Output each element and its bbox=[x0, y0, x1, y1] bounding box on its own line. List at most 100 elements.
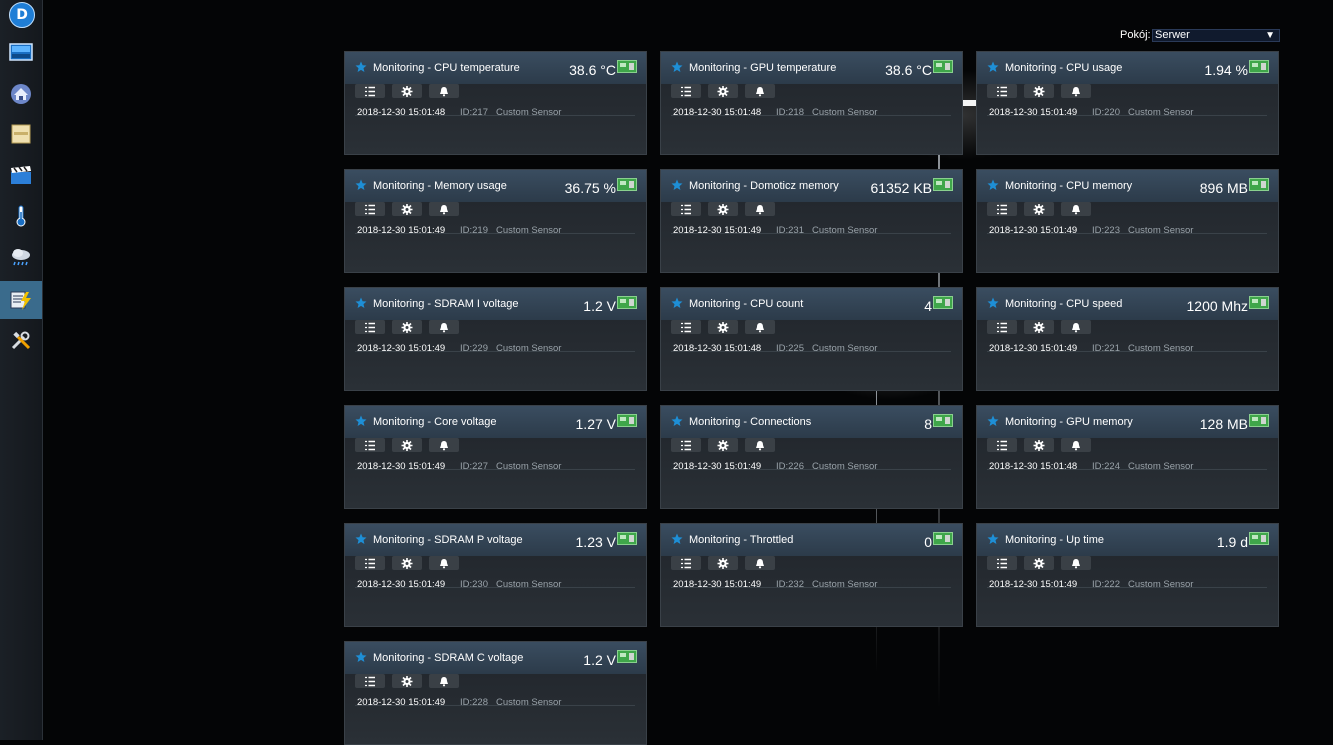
notifications-button[interactable] bbox=[429, 202, 459, 216]
notifications-button[interactable] bbox=[429, 556, 459, 570]
notifications-button[interactable] bbox=[429, 438, 459, 452]
favorite-star-icon[interactable] bbox=[671, 415, 683, 427]
favorite-star-icon[interactable] bbox=[671, 179, 683, 191]
notifications-button[interactable] bbox=[745, 84, 775, 98]
log-button[interactable] bbox=[987, 202, 1017, 216]
notifications-button[interactable] bbox=[429, 320, 459, 334]
notifications-button[interactable] bbox=[745, 556, 775, 570]
edit-button[interactable] bbox=[708, 320, 738, 334]
device-value: 1.9 d bbox=[1216, 534, 1248, 550]
notifications-button[interactable] bbox=[745, 202, 775, 216]
log-button[interactable] bbox=[355, 320, 385, 334]
device-name: Monitoring - CPU usage bbox=[1005, 62, 1123, 74]
log-list-icon bbox=[997, 322, 1007, 332]
bell-icon bbox=[756, 558, 764, 568]
favorite-star-icon[interactable] bbox=[987, 61, 999, 73]
device-id: ID:232 bbox=[776, 579, 804, 590]
favorite-star-icon[interactable] bbox=[355, 179, 367, 191]
edit-button[interactable] bbox=[392, 438, 422, 452]
notifications-button[interactable] bbox=[745, 320, 775, 334]
nav-temperature[interactable] bbox=[0, 197, 42, 235]
device-card-header: Monitoring - SDRAM P voltage 1.23 V bbox=[345, 524, 646, 556]
device-type: Custom Sensor bbox=[812, 107, 878, 118]
edit-button[interactable] bbox=[1024, 202, 1054, 216]
device-value: 1.2 V bbox=[583, 298, 616, 314]
notifications-button[interactable] bbox=[745, 438, 775, 452]
edit-button[interactable] bbox=[1024, 84, 1054, 98]
log-button[interactable] bbox=[355, 202, 385, 216]
log-button[interactable] bbox=[671, 438, 701, 452]
favorite-star-icon[interactable] bbox=[987, 415, 999, 427]
edit-button[interactable] bbox=[392, 202, 422, 216]
device-card: Monitoring - Domoticz memory 61352 KB 20… bbox=[660, 169, 963, 273]
edit-button[interactable] bbox=[1024, 438, 1054, 452]
nav-utility[interactable] bbox=[0, 281, 42, 319]
log-button[interactable] bbox=[987, 320, 1017, 334]
edit-button[interactable] bbox=[1024, 320, 1054, 334]
favorite-star-icon[interactable] bbox=[671, 297, 683, 309]
favorite-star-icon[interactable] bbox=[671, 533, 683, 545]
log-button[interactable] bbox=[671, 202, 701, 216]
nav-weather[interactable] bbox=[0, 238, 42, 276]
favorite-star-icon[interactable] bbox=[355, 533, 367, 545]
device-card: Monitoring - Throttled 0 2018-12-30 15:0… bbox=[660, 523, 963, 627]
log-button[interactable] bbox=[355, 556, 385, 570]
nav-setup[interactable] bbox=[0, 322, 42, 360]
notifications-button[interactable] bbox=[1061, 438, 1091, 452]
nav-lights[interactable] bbox=[0, 115, 42, 153]
edit-button[interactable] bbox=[708, 438, 738, 452]
device-type: Custom Sensor bbox=[496, 343, 562, 354]
device-type: Custom Sensor bbox=[1128, 579, 1194, 590]
favorite-star-icon[interactable] bbox=[671, 61, 683, 73]
nav-dashboard[interactable] bbox=[0, 33, 42, 71]
notifications-button[interactable] bbox=[1061, 320, 1091, 334]
edit-button[interactable] bbox=[392, 674, 422, 688]
divider bbox=[987, 115, 1267, 116]
notifications-button[interactable] bbox=[1061, 84, 1091, 98]
device-value: 1.23 V bbox=[575, 534, 616, 550]
favorite-star-icon[interactable] bbox=[355, 61, 367, 73]
notifications-button[interactable] bbox=[429, 84, 459, 98]
log-button[interactable] bbox=[987, 84, 1017, 98]
gear-icon bbox=[1033, 85, 1045, 97]
device-id: ID:222 bbox=[1092, 579, 1120, 590]
domoticz-logo[interactable]: D bbox=[9, 2, 35, 28]
nav-floorplan[interactable] bbox=[0, 74, 42, 112]
log-button[interactable] bbox=[987, 556, 1017, 570]
nav-scenes[interactable] bbox=[0, 156, 42, 194]
log-button[interactable] bbox=[355, 84, 385, 98]
room-select[interactable]: Serwer ▼ bbox=[1152, 29, 1280, 42]
device-card: Monitoring - SDRAM I voltage 1.2 V 2018-… bbox=[344, 287, 647, 391]
log-button[interactable] bbox=[671, 320, 701, 334]
log-button[interactable] bbox=[671, 556, 701, 570]
bell-icon bbox=[440, 86, 448, 96]
log-button[interactable] bbox=[355, 438, 385, 452]
favorite-star-icon[interactable] bbox=[355, 651, 367, 663]
favorite-star-icon[interactable] bbox=[987, 533, 999, 545]
notifications-button[interactable] bbox=[1061, 202, 1091, 216]
device-card: Monitoring - Connections 8 2018-12-30 15… bbox=[660, 405, 963, 509]
device-card: Monitoring - GPU temperature 38.6 °C 201… bbox=[660, 51, 963, 155]
gear-icon bbox=[1033, 439, 1045, 451]
lights-icon bbox=[11, 124, 31, 144]
favorite-star-icon[interactable] bbox=[355, 297, 367, 309]
notifications-button[interactable] bbox=[1061, 556, 1091, 570]
device-card-header: Monitoring - Connections 8 bbox=[661, 406, 962, 438]
edit-button[interactable] bbox=[392, 320, 422, 334]
edit-button[interactable] bbox=[392, 556, 422, 570]
edit-button[interactable] bbox=[392, 84, 422, 98]
favorite-star-icon[interactable] bbox=[355, 415, 367, 427]
notifications-button[interactable] bbox=[429, 674, 459, 688]
edit-button[interactable] bbox=[1024, 556, 1054, 570]
edit-button[interactable] bbox=[708, 556, 738, 570]
favorite-star-icon[interactable] bbox=[987, 179, 999, 191]
log-button[interactable] bbox=[671, 84, 701, 98]
edit-button[interactable] bbox=[708, 202, 738, 216]
log-button[interactable] bbox=[355, 674, 385, 688]
favorite-star-icon[interactable] bbox=[987, 297, 999, 309]
custom-sensor-icon bbox=[933, 60, 953, 73]
device-card: Monitoring - GPU memory 128 MB 2018-12-3… bbox=[976, 405, 1279, 509]
edit-button[interactable] bbox=[708, 84, 738, 98]
device-name: Monitoring - SDRAM P voltage bbox=[373, 534, 523, 546]
log-button[interactable] bbox=[987, 438, 1017, 452]
